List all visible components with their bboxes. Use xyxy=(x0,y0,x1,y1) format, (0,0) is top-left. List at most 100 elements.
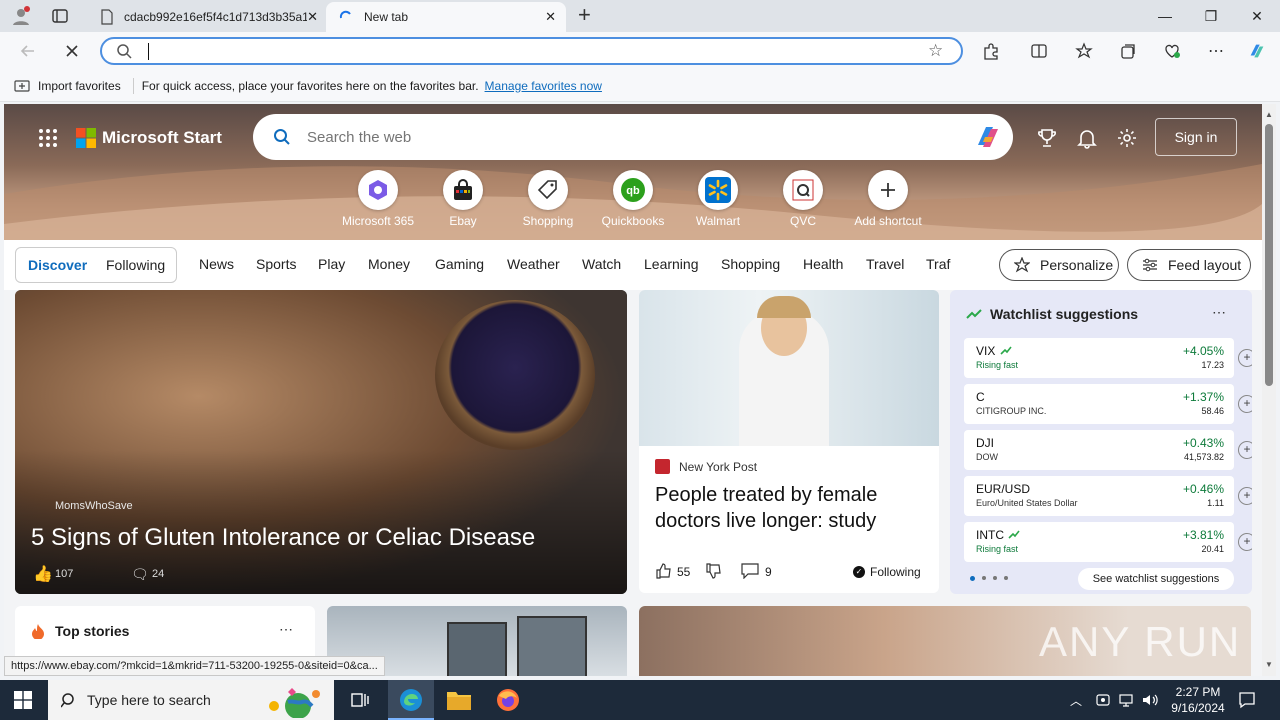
manage-favorites-link[interactable]: Manage favorites now xyxy=(485,79,602,93)
profile-avatar-icon[interactable] xyxy=(10,5,32,27)
feed-layout-button[interactable]: Feed layout xyxy=(1127,249,1251,281)
volume-icon[interactable] xyxy=(1141,692,1159,708)
nav-play[interactable]: Play xyxy=(318,256,345,272)
rewards-trophy-icon[interactable] xyxy=(1036,127,1058,149)
see-watchlist-button[interactable]: See watchlist suggestions xyxy=(1078,568,1234,590)
sign-in-button[interactable]: Sign in xyxy=(1155,118,1237,156)
network-icon[interactable] xyxy=(1118,692,1134,708)
settings-gear-icon[interactable] xyxy=(1116,127,1138,149)
like-icon[interactable]: 👍 xyxy=(33,564,53,584)
shortcut-shopping[interactable]: Shopping xyxy=(508,170,588,228)
meet-now-icon[interactable] xyxy=(1095,692,1111,708)
web-search-input[interactable] xyxy=(307,126,907,148)
close-tab-icon[interactable]: ✕ xyxy=(545,9,556,25)
chevron-up-icon[interactable]: ︿ xyxy=(1070,692,1082,709)
article-title[interactable]: 5 Signs of Gluten Intolerance or Celiac … xyxy=(31,524,535,552)
browser-essentials-icon[interactable] xyxy=(1162,41,1182,61)
nav-watch[interactable]: Watch xyxy=(582,256,621,272)
nav-travel[interactable]: Travel xyxy=(866,256,904,272)
close-window-icon[interactable]: ✕ xyxy=(1234,0,1280,32)
nav-news[interactable]: News xyxy=(199,256,234,272)
comment-icon[interactable] xyxy=(741,563,759,579)
personalize-button[interactable]: Personalize xyxy=(999,249,1119,281)
watchlist-row-intc[interactable]: INTC Rising fast +3.81% 20.41 + xyxy=(964,522,1252,562)
new-tab-plus-icon[interactable]: + xyxy=(578,4,591,26)
address-bar[interactable]: ☆ xyxy=(100,37,963,65)
nav-money[interactable]: Money xyxy=(368,256,410,272)
tab-discover[interactable]: Discover xyxy=(28,257,87,273)
tab-following[interactable]: Following xyxy=(106,257,165,273)
task-view-icon[interactable] xyxy=(350,690,370,710)
watchlist-row-dji[interactable]: DJI DOW +0.43% 41,573.82 + xyxy=(964,430,1252,470)
close-tab-icon[interactable]: ✕ xyxy=(307,9,318,25)
carousel-dots[interactable] xyxy=(970,576,1008,581)
notification-center-icon[interactable] xyxy=(1238,691,1256,709)
split-screen-icon[interactable] xyxy=(1029,41,1049,61)
web-search-box[interactable] xyxy=(253,114,1013,160)
comment-icon[interactable]: 🗨 xyxy=(131,566,149,583)
article-image-card[interactable]: ANY RUN xyxy=(639,606,1251,676)
nav-health[interactable]: Health xyxy=(803,256,843,272)
collections-icon[interactable] xyxy=(1118,41,1138,61)
add-to-watchlist-icon[interactable]: + xyxy=(1238,349,1252,367)
nav-shopping[interactable]: Shopping xyxy=(721,256,780,272)
nav-sports[interactable]: Sports xyxy=(256,256,296,272)
extensions-icon[interactable] xyxy=(981,41,1001,61)
favorites-icon[interactable] xyxy=(1074,41,1094,61)
apps-grid-icon[interactable] xyxy=(38,128,58,148)
like-icon[interactable] xyxy=(655,562,673,580)
more-options-icon[interactable]: ⋯ xyxy=(279,621,293,638)
nav-traffic[interactable]: Traf xyxy=(926,256,950,272)
copilot-icon[interactable] xyxy=(1247,41,1267,61)
add-to-watchlist-icon[interactable]: + xyxy=(1238,441,1252,459)
favorite-star-icon[interactable]: ☆ xyxy=(928,42,943,60)
following-status[interactable]: Following xyxy=(870,565,921,579)
shortcut-ebay[interactable]: Ebay xyxy=(423,170,503,228)
nav-weather[interactable]: Weather xyxy=(507,256,560,272)
watchlist-row-c[interactable]: C CITIGROUP INC. +1.37% 58.46 + xyxy=(964,384,1252,424)
shortcut-walmart[interactable]: Walmart xyxy=(678,170,758,228)
stop-loading-icon[interactable] xyxy=(62,41,82,61)
hero-article-card[interactable]: MomsWhoSave 5 Signs of Gluten Intoleranc… xyxy=(15,290,627,594)
page-scrollbar[interactable]: ▲ ▼ xyxy=(1262,104,1276,676)
back-arrow-icon[interactable] xyxy=(18,41,38,61)
add-to-watchlist-icon[interactable]: + xyxy=(1238,487,1252,505)
copilot-icon[interactable] xyxy=(973,123,1003,151)
shortcut-qvc[interactable]: QVC xyxy=(763,170,843,228)
file-explorer-icon[interactable] xyxy=(446,688,472,712)
add-to-watchlist-icon[interactable]: + xyxy=(1238,533,1252,551)
restore-icon[interactable]: ❐ xyxy=(1188,0,1234,32)
tab-new-tab[interactable]: New tab ✕ xyxy=(326,2,566,32)
article-source[interactable]: New York Post xyxy=(679,460,757,474)
taskbar-search-box[interactable]: Type here to search xyxy=(48,680,334,720)
article-source[interactable]: MomsWhoSave xyxy=(55,500,133,512)
nav-learning[interactable]: Learning xyxy=(644,256,699,272)
more-options-icon[interactable]: ⋯ xyxy=(1206,41,1226,61)
import-favorites-icon[interactable] xyxy=(14,79,30,93)
notifications-bell-icon[interactable] xyxy=(1076,127,1098,149)
nav-gaming[interactable]: Gaming xyxy=(435,256,484,272)
shortcut-quickbooks[interactable]: qb Quickbooks xyxy=(593,170,673,228)
add-shortcut-button[interactable]: Add shortcut xyxy=(848,170,928,228)
taskbar-edge-button[interactable] xyxy=(388,680,434,720)
minimize-icon[interactable]: — xyxy=(1142,0,1188,32)
dislike-icon[interactable] xyxy=(705,562,723,580)
add-to-watchlist-icon[interactable]: + xyxy=(1238,395,1252,413)
import-favorites-button[interactable]: Import favorites xyxy=(38,79,121,93)
scroll-up-arrow-icon[interactable]: ▲ xyxy=(1265,110,1273,119)
article-card[interactable]: New York Post People treated by female d… xyxy=(639,290,939,593)
watchlist-row-eurusd[interactable]: EUR/USD Euro/United States Dollar +0.46%… xyxy=(964,476,1252,516)
shortcut-microsoft-365[interactable]: Microsoft 365 xyxy=(338,170,418,228)
windows-start-icon[interactable] xyxy=(14,691,32,709)
more-options-icon[interactable]: ⋯ xyxy=(1212,304,1226,321)
scrollbar-thumb[interactable] xyxy=(1265,124,1273,386)
system-clock[interactable]: 2:27 PM 9/16/2024 xyxy=(1168,684,1228,716)
watchlist-row-vix[interactable]: VIX Rising fast +4.05% 17.23 + xyxy=(964,338,1252,378)
article-title[interactable]: People treated by female doctors live lo… xyxy=(655,482,925,534)
address-input[interactable] xyxy=(148,41,908,61)
firefox-icon[interactable] xyxy=(496,688,520,712)
tab-actions-icon[interactable] xyxy=(50,6,70,26)
brand-name[interactable]: Microsoft Start xyxy=(102,128,222,148)
scroll-down-arrow-icon[interactable]: ▼ xyxy=(1265,660,1273,669)
tab-file[interactable]: cdacb992e16ef5f4c1d713d3b35a1 ✕ xyxy=(88,2,326,32)
